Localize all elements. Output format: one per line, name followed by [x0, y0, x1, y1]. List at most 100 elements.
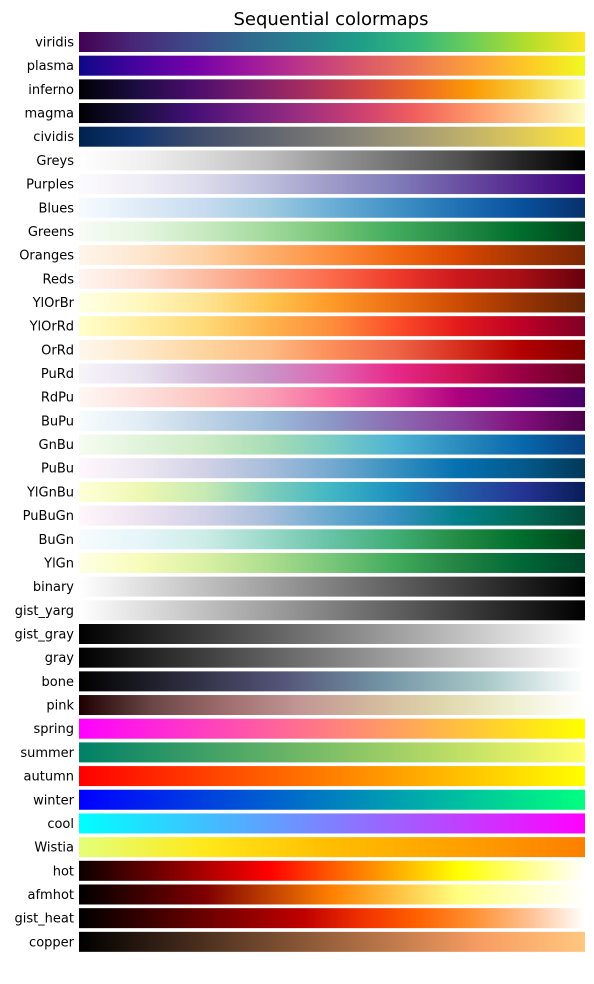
colormap-row-ylgnbu: YlGnBu: [26, 481, 585, 502]
colormap-row-afmhot: afmhot: [28, 884, 585, 905]
colormap-row-rdpu: RdPu: [41, 387, 585, 408]
colormap-label: viridis: [35, 36, 74, 51]
colormap-row-cividis: cividis: [33, 126, 585, 147]
colormap-row-greys: Greys: [36, 150, 585, 171]
colormap-label: Greens: [28, 225, 74, 240]
colormap-label: RdPu: [41, 391, 74, 406]
colormap-gradient-bar: [79, 363, 585, 384]
colormap-label: binary: [33, 580, 74, 595]
colormap-label: Reds: [43, 272, 75, 287]
colormap-row-gist-heat: gist_heat: [14, 908, 585, 929]
colormap-gradient-bar: [79, 931, 585, 952]
colormap-row-autumn: autumn: [24, 766, 585, 787]
colormap-label: YlOrBr: [32, 296, 75, 311]
colormap-row-spring: spring: [34, 718, 585, 739]
colormap-row-reds: Reds: [43, 268, 585, 289]
colormap-label: Blues: [38, 201, 74, 216]
colormap-gradient-bar: [79, 197, 585, 218]
colormap-row-bugn: BuGn: [39, 529, 585, 550]
colormap-label: BuPu: [41, 414, 74, 429]
colormap-gradient-bar: [79, 55, 585, 76]
colormap-row-ylgn: YlGn: [43, 552, 585, 573]
colormap-label: copper: [29, 935, 75, 950]
colormap-row-pubugn: PuBuGn: [23, 505, 585, 526]
colormap-gradient-bar: [79, 529, 585, 550]
colormap-gradient-bar: [79, 174, 585, 195]
colormap-label: BuGn: [39, 533, 74, 548]
colormap-gradient-bar: [79, 813, 585, 834]
colormap-row-copper: copper: [29, 931, 585, 952]
colormap-gradient-bar: [79, 410, 585, 431]
colormap-label: PuBuGn: [23, 509, 74, 524]
colormap-label: gist_heat: [14, 912, 74, 927]
colormap-gradient-bar: [79, 79, 585, 100]
colormap-row-binary: binary: [33, 576, 585, 597]
colormap-gradient-bar: [79, 505, 585, 526]
colormap-row-bone: bone: [42, 671, 585, 692]
colormap-gradient-bar: [79, 316, 585, 337]
colormap-label: Oranges: [19, 249, 74, 264]
colormap-label: pink: [46, 699, 74, 714]
colormap-label: GnBu: [39, 438, 74, 453]
colormap-gradient-bar: [79, 552, 585, 573]
colormap-gradient-bar: [79, 387, 585, 408]
colormap-rows: viridis plasma inferno magma cividis Greys Pur…: [14, 32, 585, 952]
colormap-label: gray: [45, 651, 75, 666]
colormap-label: summer: [20, 746, 74, 761]
colormap-gradient-bar: [79, 908, 585, 929]
colormap-gradient-bar: [79, 766, 585, 787]
colormap-gradient-bar: [79, 126, 585, 147]
colormap-label: inferno: [28, 83, 74, 98]
colormap-gradient-bar: [79, 884, 585, 905]
colormap-label: autumn: [24, 770, 74, 785]
colormap-row-pubu: PuBu: [41, 458, 585, 479]
colormap-gradient-bar: [79, 742, 585, 763]
colormap-row-hot: hot: [53, 860, 585, 881]
colormap-gradient-bar: [79, 624, 585, 644]
colormap-label: cool: [47, 817, 74, 832]
colormap-label: gist_yarg: [15, 604, 74, 619]
colormap-gradient-bar: [79, 481, 585, 502]
colormap-row-wistia: Wistia: [34, 837, 585, 858]
colormap-label: YlOrRd: [29, 320, 74, 335]
colormap-chart: Sequential colormaps viridis plasma infern…: [14, 9, 585, 952]
colormap-gradient-bar: [79, 150, 585, 171]
colormap-label: PuBu: [41, 462, 74, 477]
chart-title: Sequential colormaps: [233, 9, 428, 30]
colormap-gradient-bar: [79, 718, 585, 739]
colormap-label: spring: [34, 722, 74, 737]
colormap-gradient-bar: [79, 837, 585, 858]
colormap-row-purd: PuRd: [41, 363, 585, 384]
colormap-gradient-bar: [79, 221, 585, 242]
colormap-row-blues: Blues: [38, 197, 585, 218]
colormap-gradient-bar: [79, 695, 585, 716]
colormap-row-purples: Purples: [26, 174, 585, 195]
colormap-row-pink: pink: [46, 695, 585, 716]
colormap-label: YlGn: [43, 556, 74, 571]
colormap-gradient-bar: [79, 600, 585, 621]
colormap-gradient-bar: [79, 292, 585, 313]
colormap-label: afmhot: [28, 888, 75, 903]
colormap-row-summer: summer: [20, 742, 585, 763]
colormap-row-cool: cool: [47, 813, 585, 834]
colormap-row-plasma: plasma: [27, 55, 585, 76]
colormap-gradient-bar: [79, 671, 585, 692]
colormap-label: OrRd: [41, 343, 74, 358]
colormap-row-gist-gray: gist_gray: [15, 624, 585, 644]
colormap-row-gnbu: GnBu: [39, 434, 585, 455]
colormap-label: Purples: [26, 178, 74, 193]
colormap-gradient-bar: [79, 647, 585, 668]
colormap-gradient-bar: [79, 32, 585, 52]
colormap-row-gist-yarg: gist_yarg: [15, 600, 585, 621]
colormap-label: cividis: [33, 130, 74, 145]
colormap-row-bupu: BuPu: [41, 410, 585, 431]
colormap-label: winter: [33, 793, 75, 808]
colormap-label: magma: [24, 107, 74, 122]
colormap-row-viridis: viridis: [35, 32, 585, 52]
colormap-gradient-bar: [79, 268, 585, 289]
colormap-label: hot: [53, 864, 74, 879]
colormap-label: Greys: [36, 154, 74, 169]
colormap-row-oranges: Oranges: [19, 245, 585, 266]
colormap-row-orrd: OrRd: [41, 339, 585, 360]
colormap-row-ylorbr: YlOrBr: [32, 292, 585, 313]
